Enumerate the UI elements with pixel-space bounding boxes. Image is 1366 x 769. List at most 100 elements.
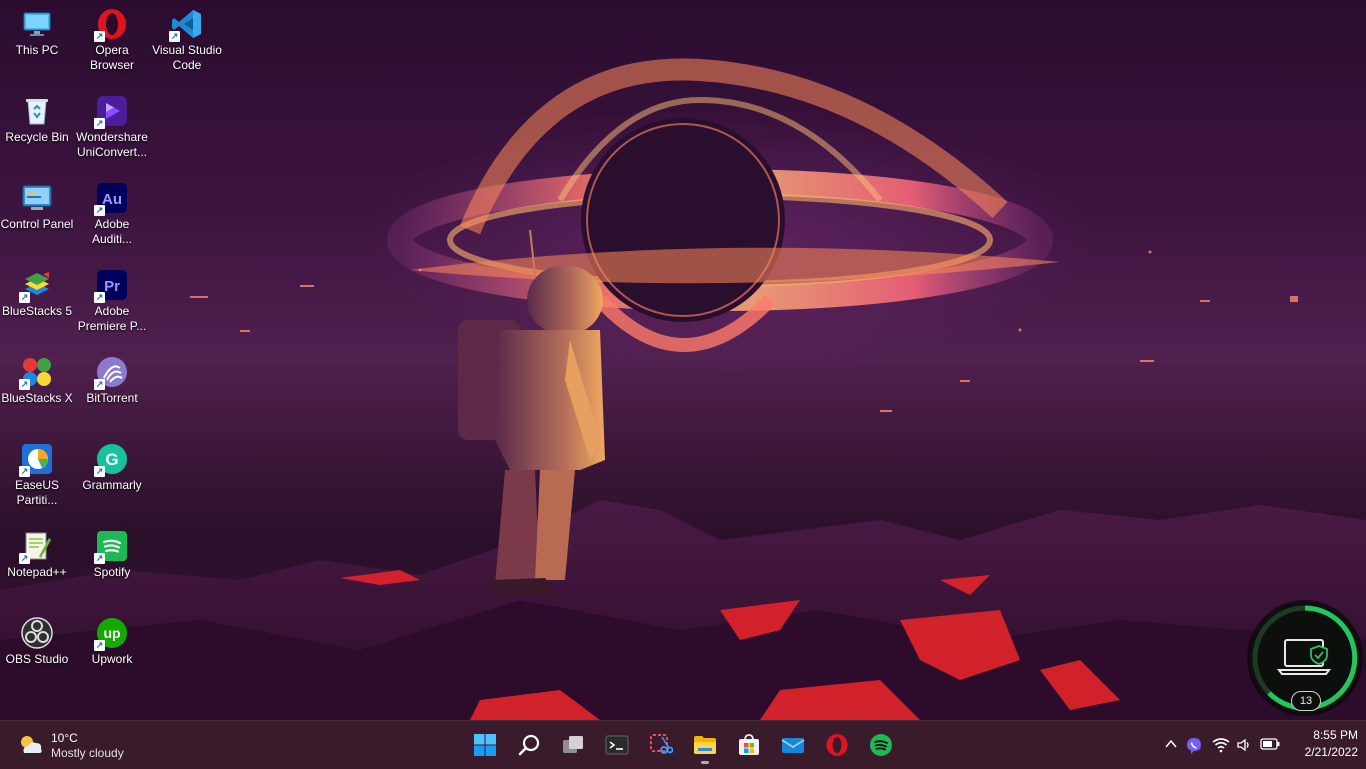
desktop-icon-label: Grammarly [82,478,142,492]
chevron-up-icon[interactable] [1164,737,1178,751]
desktop-wallpaper [0,0,1366,720]
shortcut-arrow-icon: ↗ [94,553,105,564]
opera-button[interactable] [817,725,857,765]
recycle-bin-icon [21,95,53,127]
obs-icon [21,617,53,649]
upwork-icon: up ↗ [94,617,128,651]
opera-icon [826,734,848,756]
desktop-icon-this-pc[interactable]: This PC [0,2,75,58]
taskbar: 10°C Mostly cloudy 8:55 PM 2/21/2022 [0,720,1366,769]
desktop-icon-label: Recycle Bin [5,130,69,144]
desktop-icon-label: Upwork [91,652,133,666]
snipping-tool-button[interactable] [641,725,681,765]
clock[interactable]: 8:55 PM 2/21/2022 [1284,727,1358,761]
desktop-icon-vscode[interactable]: ↗ Visual Studio Code [149,2,225,73]
mail-button[interactable] [773,725,813,765]
desktop-icon-audition[interactable]: Au ↗ Adobe Auditi... [74,176,150,247]
spotify-button[interactable] [861,725,901,765]
control-panel-icon [21,182,53,214]
terminal-button[interactable] [597,725,637,765]
desktop-icon-notepad-plus-plus[interactable]: ↗ Notepad++ [0,524,75,580]
desktop-icon-opera[interactable]: ↗ Opera Browser [74,2,150,73]
folder-icon [694,736,716,754]
shortcut-arrow-icon: ↗ [94,205,105,216]
desktop-icon-obs[interactable]: OBS Studio [0,611,75,667]
svg-text:G: G [105,450,118,469]
mail-icon [781,738,805,753]
monitor-icon [21,8,53,40]
desktop-icon-label: Opera Browser [89,43,134,72]
uniconverter-icon: ↗ [94,95,128,129]
svg-text:Pr: Pr [104,278,120,295]
shortcut-arrow-icon: ↗ [94,379,105,390]
desktop-icon-label: OBS Studio [5,652,69,666]
bluestacks-x-icon: ↗ [19,356,53,390]
desktop-icon-label: Adobe Auditi... [91,217,133,246]
desktop-icon-label: BlueStacks 5 [1,304,73,318]
store-icon [739,734,759,755]
clock-date: 2/21/2022 [1304,745,1358,759]
shortcut-arrow-icon: ↗ [94,292,105,303]
volume-icon[interactable] [1236,737,1252,753]
desktop-icon-label: Wondershare UniConvert... [76,130,148,159]
desktop-icon-label: BlueStacks X [1,391,73,405]
desktop-icon-upwork[interactable]: up ↗ Upwork [74,611,150,667]
shortcut-arrow-icon: ↗ [169,31,180,42]
desktop-icon-label: This PC [15,43,59,57]
desktop-icon-bluestacks-x[interactable]: ↗ BlueStacks X [0,350,75,406]
spotify-icon: ↗ [94,530,128,564]
partly-cloudy-icon [18,733,44,757]
opera-icon: ↗ [94,8,128,42]
bittorrent-icon: ↗ [94,356,128,390]
terminal-icon [605,735,629,755]
desktop-icon-label: Adobe Premiere P... [77,304,147,333]
grammarly-icon: G ↗ [94,443,128,477]
windows-logo-icon [474,734,496,756]
shortcut-arrow-icon: ↗ [94,466,105,477]
desktop-icon-label: Control Panel [0,217,74,231]
task-view-button[interactable] [553,725,593,765]
wifi-icon[interactable] [1212,737,1230,753]
desktop-icon-label: EaseUS Partiti... [14,478,60,507]
search-button[interactable] [509,725,549,765]
notepad-plus-plus-icon: ↗ [19,530,53,564]
shortcut-arrow-icon: ↗ [19,379,30,390]
audition-icon: Au ↗ [94,182,128,216]
start-button[interactable] [465,725,505,765]
system-tray [1160,725,1280,765]
shortcut-arrow-icon: ↗ [19,466,30,477]
bluestacks-5-icon: ↗ [19,269,53,303]
desktop-icon-grammarly[interactable]: G ↗ Grammarly [74,437,150,493]
running-indicator [701,761,709,764]
shortcut-arrow-icon: ↗ [94,118,105,129]
file-explorer-button[interactable] [685,725,725,765]
wallpaper-art [0,58,1366,720]
shortcut-arrow-icon: ↗ [19,292,30,303]
task-view-icon [563,736,583,753]
laptop-shield-icon [1277,639,1331,675]
desktop-icon-bluestacks-5[interactable]: ↗ BlueStacks 5 [0,263,75,319]
desktop-icon-label: Visual Studio Code [152,43,222,72]
desktop-icon-recycle-bin[interactable]: Recycle Bin [0,89,75,145]
device-security-widget[interactable]: 13 [1249,602,1361,714]
battery-icon[interactable] [1260,737,1280,751]
easeus-icon: ↗ [19,443,53,477]
viber-icon[interactable] [1185,737,1203,755]
desktop-icon-control-panel[interactable]: Control Panel [0,176,75,232]
desktop-icon-spotify[interactable]: ↗ Spotify [74,524,150,580]
desktop-icon-label: Notepad++ [7,565,67,579]
microsoft-store-button[interactable] [729,725,769,765]
widget-count-badge: 13 [1291,691,1321,711]
desktop-icon-easeus[interactable]: ↗ EaseUS Partiti... [0,437,75,508]
search-icon [518,734,540,756]
vscode-icon: ↗ [169,8,203,42]
weather-widget[interactable]: 10°C Mostly cloudy [14,725,164,765]
spotify-icon [870,734,892,756]
premiere-icon: Pr ↗ [94,269,128,303]
desktop-icon-bittorrent[interactable]: ↗ BitTorrent [74,350,150,406]
desktop-icon-uniconverter[interactable]: ↗ Wondershare UniConvert... [74,89,150,160]
clock-time: 8:55 PM [1313,728,1358,742]
desktop-icon-premiere[interactable]: Pr ↗ Adobe Premiere P... [74,263,150,334]
snipping-tool-icon [650,734,673,754]
weather-condition: Mostly cloudy [51,746,124,760]
